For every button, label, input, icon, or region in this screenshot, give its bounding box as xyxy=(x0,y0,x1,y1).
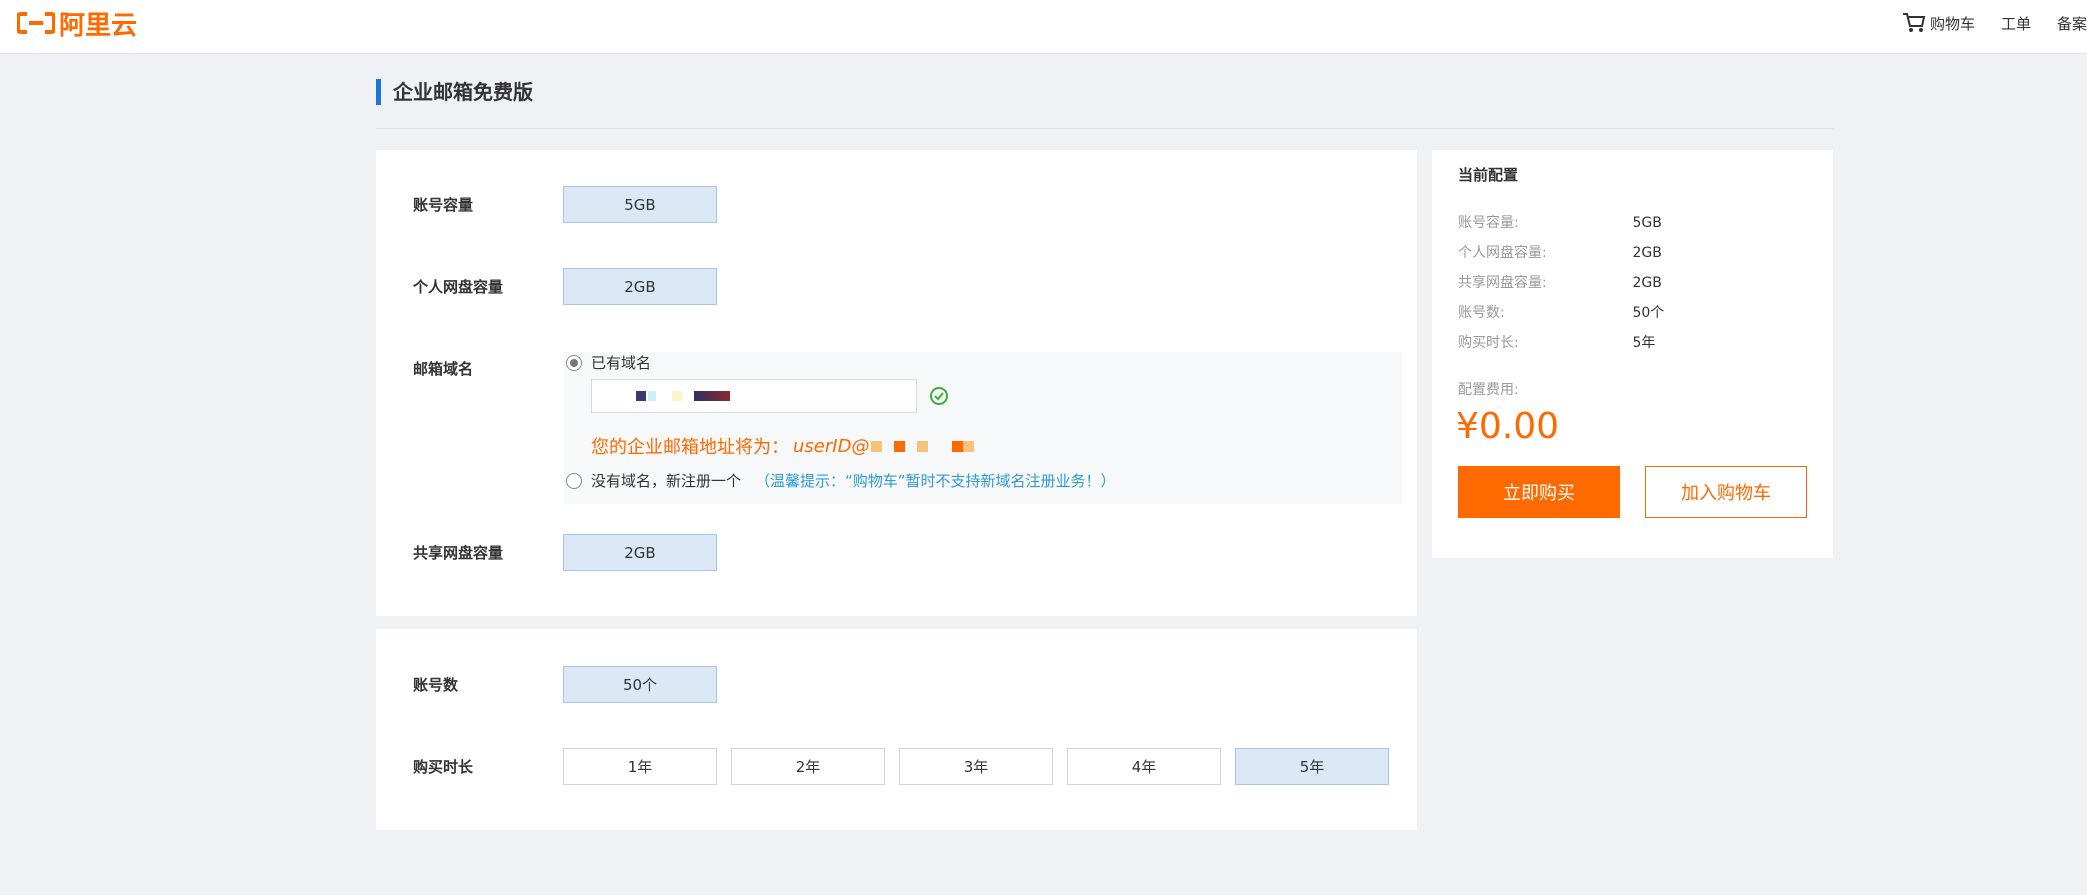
email-preview-user: userID@ xyxy=(793,435,870,457)
title-divider xyxy=(376,128,1833,129)
summary-key: 账号数: xyxy=(1458,305,1505,321)
redacted-domain-block xyxy=(894,440,906,452)
summary-key: 个人网盘容量: xyxy=(1458,245,1547,261)
aliyun-logo[interactable]: 阿里云 xyxy=(17,8,137,41)
summary-value: 5年 xyxy=(1632,335,1656,351)
duration-label: 购买时长 xyxy=(413,758,474,776)
summary-key: 账号容量: xyxy=(1458,215,1519,231)
radio-new-domain[interactable]: 没有域名，新注册一个 （温馨提示：“购物车”暂时不支持新域名注册业务！） xyxy=(566,470,1116,491)
add-to-cart-button[interactable]: 加入购物车 xyxy=(1645,466,1807,518)
account-count-label: 账号数 xyxy=(413,676,459,694)
domain-input[interactable] xyxy=(591,379,917,413)
redacted-domain-block xyxy=(672,391,682,401)
buy-now-button[interactable]: 立即购买 xyxy=(1458,466,1620,518)
summary-key: 共享网盘容量: xyxy=(1458,275,1547,291)
redacted-domain-block xyxy=(952,440,964,452)
account-capacity-label: 账号容量 xyxy=(413,196,474,214)
radio-existing-domain[interactable]: 已有域名 xyxy=(566,352,651,373)
shared-disk-label: 共享网盘容量 xyxy=(413,544,504,562)
config-panel-purchase: 账号数 50个 购买时长 1年 2年 3年 4年 5年 xyxy=(376,629,1417,830)
page-title: 企业邮箱免费版 xyxy=(376,79,533,105)
personal-disk-label: 个人网盘容量 xyxy=(413,278,504,296)
email-preview-prefix: 您的企业邮箱地址将为： xyxy=(591,437,789,458)
nav-filing[interactable]: 备案 xyxy=(2057,13,2087,34)
summary-row: 购买时长: 5年 xyxy=(1458,332,1655,352)
summary-key: 购买时长: xyxy=(1458,335,1519,351)
duration-option-3y[interactable]: 3年 xyxy=(899,748,1053,785)
duration-option-2y[interactable]: 2年 xyxy=(731,748,885,785)
radio-new-domain-label: 没有域名，新注册一个 xyxy=(591,472,742,490)
redacted-domain-block xyxy=(963,440,975,452)
shopping-cart-icon xyxy=(1902,13,1926,32)
summary-row: 账号容量: 5GB xyxy=(1458,212,1662,232)
email-address-preview: 您的企业邮箱地址将为： userID@ xyxy=(591,433,975,459)
shared-disk-option-2gb[interactable]: 2GB xyxy=(563,534,717,571)
account-count-option-50[interactable]: 50个 xyxy=(563,666,717,703)
current-config-summary: 当前配置 账号容量: 5GB 个人网盘容量: 2GB 共享网盘容量: 2GB 账… xyxy=(1432,150,1833,558)
summary-value: 2GB xyxy=(1632,275,1662,291)
personal-disk-option-2gb[interactable]: 2GB xyxy=(563,268,717,305)
fee-label: 配置费用: xyxy=(1458,382,1519,398)
duration-option-5y[interactable]: 5年 xyxy=(1235,748,1389,785)
summary-value: 2GB xyxy=(1632,245,1662,261)
summary-value: 5GB xyxy=(1632,215,1662,231)
top-nav-links: 购物车 工单 备案 xyxy=(1902,0,2087,46)
nav-cart-label: 购物车 xyxy=(1929,14,1975,33)
cart-domain-tip: （温馨提示：“购物车”暂时不支持新域名注册业务！） xyxy=(755,472,1116,490)
radio-existing-domain-control[interactable] xyxy=(566,354,582,371)
summary-row: 账号数: 50个 xyxy=(1458,302,1664,322)
redacted-domain-block xyxy=(694,391,730,401)
account-capacity-option-5gb[interactable]: 5GB xyxy=(563,186,717,223)
check-circle-icon xyxy=(930,387,948,405)
fee-value: ¥0.00 xyxy=(1456,406,1560,447)
duration-option-4y[interactable]: 4年 xyxy=(1067,748,1221,785)
summary-row: 共享网盘容量: 2GB xyxy=(1458,272,1662,292)
redacted-domain-block xyxy=(648,391,656,401)
logo-text: 阿里云 xyxy=(59,10,138,41)
top-nav-bar: 阿里云 购物车 工单 备案 xyxy=(0,0,2087,54)
nav-ticket[interactable]: 工单 xyxy=(2001,13,2031,34)
redacted-domain-block xyxy=(636,391,646,401)
nav-cart[interactable]: 购物车 xyxy=(1902,12,1975,34)
mail-domain-label: 邮箱域名 xyxy=(413,360,474,378)
summary-value: 50个 xyxy=(1632,305,1665,321)
redacted-domain-block xyxy=(871,440,883,452)
radio-new-domain-control[interactable] xyxy=(566,472,582,489)
summary-title: 当前配置 xyxy=(1458,166,1519,184)
aliyun-logo-icon xyxy=(17,12,55,34)
summary-row: 个人网盘容量: 2GB xyxy=(1458,242,1662,262)
redacted-domain-block xyxy=(917,440,929,452)
radio-existing-domain-label: 已有域名 xyxy=(591,354,652,372)
duration-option-1y[interactable]: 1年 xyxy=(563,748,717,785)
config-panel-main: 账号容量 5GB 个人网盘容量 2GB 邮箱域名 已有域名 您的企业邮箱地址将为… xyxy=(376,150,1417,616)
